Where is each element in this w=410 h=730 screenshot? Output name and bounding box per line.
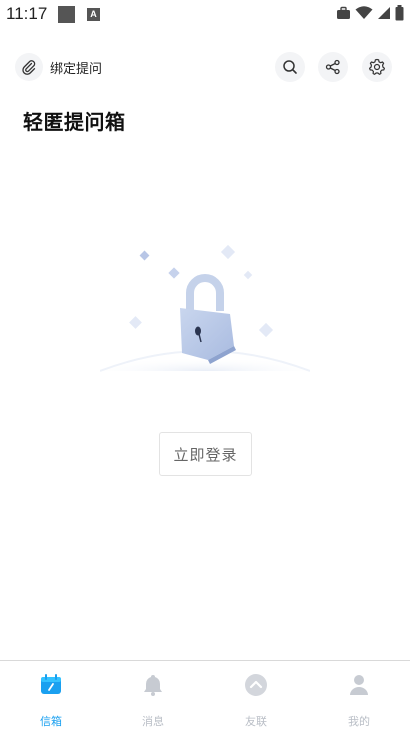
status-bar: 11:17 A bbox=[0, 0, 410, 30]
person-icon bbox=[345, 671, 373, 699]
nav-label-mailbox: 信箱 bbox=[40, 715, 62, 728]
paperclip-icon bbox=[15, 53, 43, 81]
nav-item-messages[interactable]: 消息 bbox=[113, 671, 193, 729]
share-icon bbox=[325, 59, 340, 75]
page-title: 轻匿提问箱 bbox=[23, 110, 126, 134]
nav-label-messages: 消息 bbox=[142, 715, 164, 728]
empty-state-illustration bbox=[99, 236, 311, 386]
sparkle-icon bbox=[258, 322, 274, 338]
top-bar: 绑定提问 bbox=[0, 48, 410, 86]
gear-icon bbox=[369, 58, 385, 75]
sparkle-icon bbox=[168, 267, 180, 279]
sparkle-icon bbox=[220, 244, 236, 260]
bell-icon bbox=[139, 671, 167, 699]
signal-icon bbox=[378, 7, 390, 19]
sparkle-icon bbox=[139, 250, 150, 261]
stop-square-icon bbox=[58, 6, 75, 23]
lock-icon bbox=[180, 274, 236, 364]
nav-item-mine[interactable]: 我的 bbox=[319, 671, 399, 729]
nav-item-mailbox[interactable]: 信箱 bbox=[11, 671, 91, 729]
sparkle-icon bbox=[129, 316, 142, 329]
bind-question-label: 绑定提问 bbox=[50, 61, 103, 77]
bottom-nav: 信箱 消息 友联 我的 bbox=[0, 660, 410, 730]
battery-icon bbox=[395, 5, 404, 21]
status-time: 11:17 bbox=[6, 4, 48, 23]
nav-item-friends[interactable]: 友联 bbox=[216, 671, 296, 729]
briefcase-icon bbox=[337, 6, 350, 19]
search-button[interactable] bbox=[275, 52, 305, 82]
share-button[interactable] bbox=[318, 52, 348, 82]
wifi-icon bbox=[355, 6, 373, 19]
system-icons bbox=[336, 5, 404, 21]
sparkle-icon bbox=[243, 270, 253, 280]
login-button[interactable]: 立即登录 bbox=[159, 432, 252, 476]
nav-label-mine: 我的 bbox=[348, 715, 370, 728]
nav-label-friends: 友联 bbox=[245, 715, 267, 728]
a-app-icon: A bbox=[87, 8, 100, 21]
mailbox-icon bbox=[37, 671, 65, 699]
settings-button[interactable] bbox=[362, 52, 392, 82]
chevron-up-circle-icon bbox=[242, 671, 270, 699]
search-icon bbox=[283, 60, 297, 74]
bind-question-button[interactable]: 绑定提问 bbox=[15, 53, 102, 81]
